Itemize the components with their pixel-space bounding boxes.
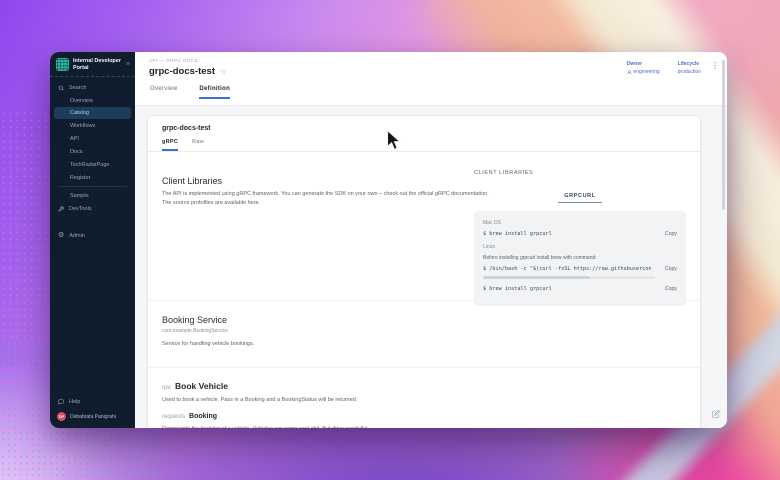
install-code-card: Mac OS $ brew install grpcurl Copy Linux… bbox=[474, 211, 686, 306]
sidebar-item-overview[interactable]: Overview bbox=[50, 94, 135, 107]
sidebar-item-label: Admin bbox=[69, 233, 85, 239]
sidebar: Internal Developer Portal ≡ Search Overv… bbox=[50, 52, 135, 428]
definition-card-title: grpc-docs-test bbox=[162, 125, 686, 132]
definition-card-body: Client Libraries The API is implemented … bbox=[148, 152, 700, 428]
kebab-menu-icon[interactable]: ⋮ bbox=[711, 62, 719, 70]
code-horizontal-scrollbar[interactable] bbox=[483, 276, 655, 279]
sidebar-item-workflows[interactable]: Workflows bbox=[50, 119, 135, 132]
search-icon bbox=[58, 85, 64, 91]
request-heading-row: requests Booking bbox=[162, 413, 686, 420]
sidebar-item-docs[interactable]: Docs bbox=[50, 145, 135, 158]
tab-raw[interactable]: Raw bbox=[192, 139, 204, 151]
code-scrollbar-thumb[interactable] bbox=[483, 276, 590, 279]
sidebar-item-label: Catalog bbox=[70, 110, 89, 116]
group-icon bbox=[627, 70, 632, 75]
definition-card-header: grpc-docs-test gRPC Raw bbox=[148, 116, 700, 152]
gear-icon: ⚙ bbox=[58, 232, 64, 239]
sidebar-item-label: Register bbox=[70, 175, 90, 181]
definition-card-tabs: gRPC Raw bbox=[162, 139, 686, 151]
sidebar-item-label: Sample bbox=[70, 193, 89, 199]
sidebar-item-search[interactable]: Search bbox=[50, 81, 135, 94]
sidebar-user[interactable]: DP Debabrata Panigrahi bbox=[50, 408, 135, 428]
rpc-name: Book Vehicle bbox=[175, 381, 228, 391]
rpc-kind-label: rpc bbox=[162, 384, 171, 391]
copy-button[interactable]: Copy bbox=[665, 231, 677, 237]
sidebar-item-label: Help bbox=[69, 399, 80, 405]
sidebar-item-api[interactable]: API bbox=[50, 132, 135, 145]
main-area: API — GRPC DOCS grpc-docs-test ☆ Owner e… bbox=[135, 52, 727, 428]
linux-label: Linux bbox=[483, 244, 677, 250]
sidebar-item-label: Workflows bbox=[70, 123, 95, 129]
sidebar-pin-icon[interactable]: ≡ bbox=[126, 61, 130, 68]
client-libraries-description: The API is implemented using gRPC framew… bbox=[162, 190, 494, 208]
app-logo-icon bbox=[56, 58, 69, 71]
feedback-edit-icon[interactable] bbox=[712, 405, 720, 423]
tab-grpcurl[interactable]: gRPCurl bbox=[558, 193, 601, 203]
sidebar-item-sample[interactable]: Sample bbox=[50, 189, 135, 202]
definition-card: grpc-docs-test gRPC Raw Client Libraries… bbox=[147, 115, 701, 428]
linux-note: Before installing grpcurl install brew w… bbox=[483, 255, 677, 261]
tab-grpc[interactable]: gRPC bbox=[162, 139, 178, 151]
client-libraries-panel-header: CLIENT LIBRARIES bbox=[474, 170, 686, 176]
sidebar-spacer bbox=[50, 242, 135, 395]
user-name: Debabrata Panigrahi bbox=[70, 414, 116, 420]
sidebar-divider bbox=[58, 186, 127, 187]
sidebar-search-label: Search bbox=[69, 85, 86, 91]
favorite-star-icon[interactable]: ☆ bbox=[220, 68, 226, 76]
tab-overview[interactable]: Overview bbox=[150, 86, 177, 99]
macos-label: Mac OS bbox=[483, 220, 677, 226]
entity-meta: Owner engineering Lifecycle production bbox=[627, 61, 702, 75]
sidebar-item-admin[interactable]: ⚙ Admin bbox=[50, 229, 135, 242]
request-kind-label: requests bbox=[162, 414, 185, 420]
app-window: Internal Developer Portal ≡ Search Overv… bbox=[50, 52, 727, 428]
page-content: grpc-docs-test gRPC Raw Client Libraries… bbox=[135, 106, 727, 428]
sidebar-item-techradarpage[interactable]: TechRadarPage bbox=[50, 158, 135, 171]
entity-tabs: Overview Definition bbox=[149, 86, 713, 99]
linux-code-2: $ brew install grpcurl bbox=[483, 286, 552, 292]
rpc-description: Used to book a vehicle. Pass in a Bookin… bbox=[162, 396, 686, 405]
tab-definition[interactable]: Definition bbox=[199, 86, 230, 99]
macos-code: $ brew install grpcurl bbox=[483, 231, 552, 237]
sidebar-item-label: API bbox=[70, 136, 79, 142]
copy-button[interactable]: Copy bbox=[665, 286, 677, 292]
sidebar-item-label: Overview bbox=[70, 98, 93, 104]
sidebar-item-label: DevTools bbox=[69, 206, 92, 212]
desktop: { "app": { "sidebar": { "logo_title": "I… bbox=[0, 0, 780, 480]
owner-label: Owner bbox=[627, 61, 660, 67]
sidebar-item-label: TechRadarPage bbox=[70, 162, 109, 168]
service-description: Service for handling vehicle bookings. bbox=[162, 340, 686, 349]
wrench-icon bbox=[58, 206, 64, 212]
rpc-heading-row: rpc Book Vehicle bbox=[162, 381, 686, 391]
sidebar-item-help[interactable]: Help bbox=[50, 395, 135, 408]
sidebar-item-register[interactable]: Register bbox=[50, 171, 135, 184]
sidebar-item-catalog[interactable]: Catalog bbox=[54, 107, 131, 119]
section-divider bbox=[148, 367, 700, 368]
lifecycle-label: Lifecycle bbox=[678, 61, 701, 67]
service-heading: Booking Service bbox=[162, 315, 686, 325]
vertical-scrollbar-thumb[interactable] bbox=[722, 60, 726, 210]
linux-code-row-1: $ /bin/bash -c "$(curl -fsSL https://raw… bbox=[483, 266, 677, 272]
page-header: API — GRPC DOCS grpc-docs-test ☆ Owner e… bbox=[135, 52, 727, 106]
page-title: grpc-docs-test bbox=[149, 66, 215, 77]
linux-code-1: $ /bin/bash -c "$(curl -fsSL https://raw… bbox=[483, 266, 651, 272]
request-name: Booking bbox=[189, 413, 217, 420]
owner-link[interactable]: engineering bbox=[627, 69, 660, 75]
request-description: Represents the booking of a vehicle. Veh… bbox=[162, 425, 686, 428]
sidebar-item-devtools[interactable]: DevTools bbox=[50, 202, 135, 215]
linux-code-row-2: $ brew install grpcurl Copy bbox=[483, 286, 677, 292]
user-avatar: DP bbox=[57, 412, 66, 421]
service-fqn: com.example.BookingService bbox=[162, 328, 686, 334]
sidebar-logo-row: Internal Developer Portal ≡ bbox=[50, 52, 135, 77]
help-chat-icon bbox=[58, 399, 64, 405]
app-title: Internal Developer Portal bbox=[73, 58, 122, 71]
sidebar-nav: Search Overview Catalog Workflows API Do… bbox=[50, 77, 135, 242]
client-libraries-panel: CLIENT LIBRARIES gRPCurl Mac OS $ brew i… bbox=[474, 170, 686, 306]
lifecycle-value: production bbox=[678, 69, 701, 75]
macos-code-row: $ brew install grpcurl Copy bbox=[483, 231, 677, 237]
copy-button[interactable]: Copy bbox=[665, 266, 677, 272]
sidebar-item-label: Docs bbox=[70, 149, 83, 155]
